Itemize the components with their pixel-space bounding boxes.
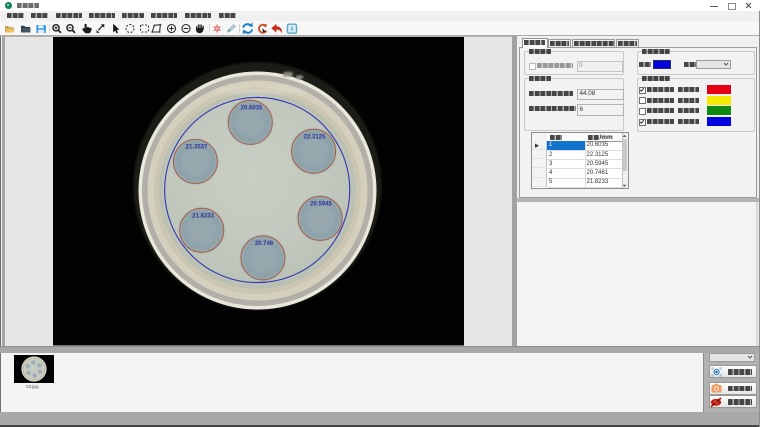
svg-text:20.6035: 20.6035 — [241, 106, 263, 112]
svg-text:21.3537: 21.3537 — [186, 145, 208, 151]
svg-text:20.746: 20.746 — [255, 241, 274, 247]
svg-text:22.3125: 22.3125 — [304, 135, 326, 141]
svg-text:21.8233: 21.8233 — [192, 214, 214, 220]
svg-text:20.5945: 20.5945 — [310, 202, 332, 208]
